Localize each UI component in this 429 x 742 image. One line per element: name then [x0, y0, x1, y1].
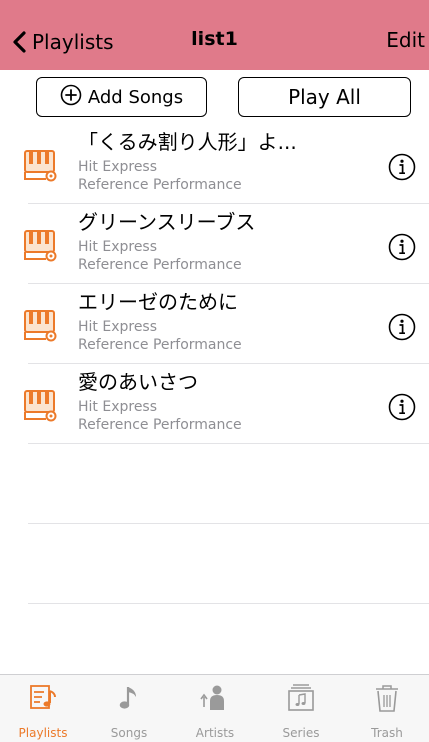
song-title: グリーンスリーブス [78, 210, 256, 234]
piano-icon [24, 310, 58, 342]
chevron-left-icon [12, 31, 26, 53]
artist-icon [198, 683, 232, 717]
song-performance: Reference Performance [78, 417, 242, 433]
tab-songs[interactable]: Songs [86, 675, 172, 742]
piano-icon [24, 390, 58, 422]
info-icon[interactable] [388, 233, 416, 261]
list-item[interactable]: 愛のあいさつ Hit Express Reference Performance [0, 364, 429, 444]
edit-button[interactable]: Edit [386, 28, 425, 52]
song-title: 愛のあいさつ [78, 370, 198, 394]
tab-label: Artists [195, 726, 235, 740]
song-album: Hit Express [78, 399, 158, 415]
tab-trash[interactable]: Trash [344, 675, 429, 742]
song-album: Hit Express [78, 319, 158, 335]
add-songs-label: Add Songs [87, 86, 184, 108]
song-album: Hit Express [78, 239, 158, 255]
tab-label: Songs [110, 726, 148, 740]
playlist-icon [27, 683, 59, 717]
tab-label: Playlists [18, 726, 68, 740]
row-divider [28, 443, 429, 444]
song-title: エリーゼのために [78, 290, 238, 314]
back-button-label: Playlists [32, 30, 114, 54]
info-icon[interactable] [388, 313, 416, 341]
info-icon[interactable] [388, 393, 416, 421]
list-item[interactable]: 「くるみ割り人形」よ... Hit Express Reference Perf… [0, 124, 429, 204]
info-icon[interactable] [388, 153, 416, 181]
series-icon [286, 683, 316, 717]
playlist-screen: Playlists list1 Edit Add Songs Play All [0, 0, 429, 742]
tab-bar: Playlists Songs Artists Series Trash [0, 674, 429, 742]
plus-circle-icon [60, 84, 88, 111]
song-album: Hit Express [78, 159, 158, 175]
tab-playlists[interactable]: Playlists [0, 675, 86, 742]
tab-series[interactable]: Series [258, 675, 344, 742]
play-all-label: Play All [288, 85, 361, 109]
navigation-bar: Playlists list1 Edit [0, 0, 429, 70]
add-songs-button[interactable]: Add Songs [36, 77, 207, 117]
song-performance: Reference Performance [78, 177, 242, 193]
back-button[interactable]: Playlists [12, 27, 114, 57]
music-note-icon [114, 683, 144, 717]
song-performance: Reference Performance [78, 337, 242, 353]
list-item[interactable]: グリーンスリーブス Hit Express Reference Performa… [0, 204, 429, 284]
tab-label: Trash [371, 726, 403, 740]
tab-label: Series [282, 726, 320, 740]
play-all-button[interactable]: Play All [238, 77, 411, 117]
tab-artists[interactable]: Artists [172, 675, 258, 742]
list-item[interactable]: エリーゼのために Hit Express Reference Performan… [0, 284, 429, 364]
piano-icon [24, 230, 58, 262]
trash-icon [372, 683, 402, 717]
song-title: 「くるみ割り人形」よ... [78, 130, 297, 154]
song-performance: Reference Performance [78, 257, 242, 273]
row-divider [28, 523, 429, 524]
row-divider [28, 603, 429, 604]
piano-icon [24, 150, 58, 182]
